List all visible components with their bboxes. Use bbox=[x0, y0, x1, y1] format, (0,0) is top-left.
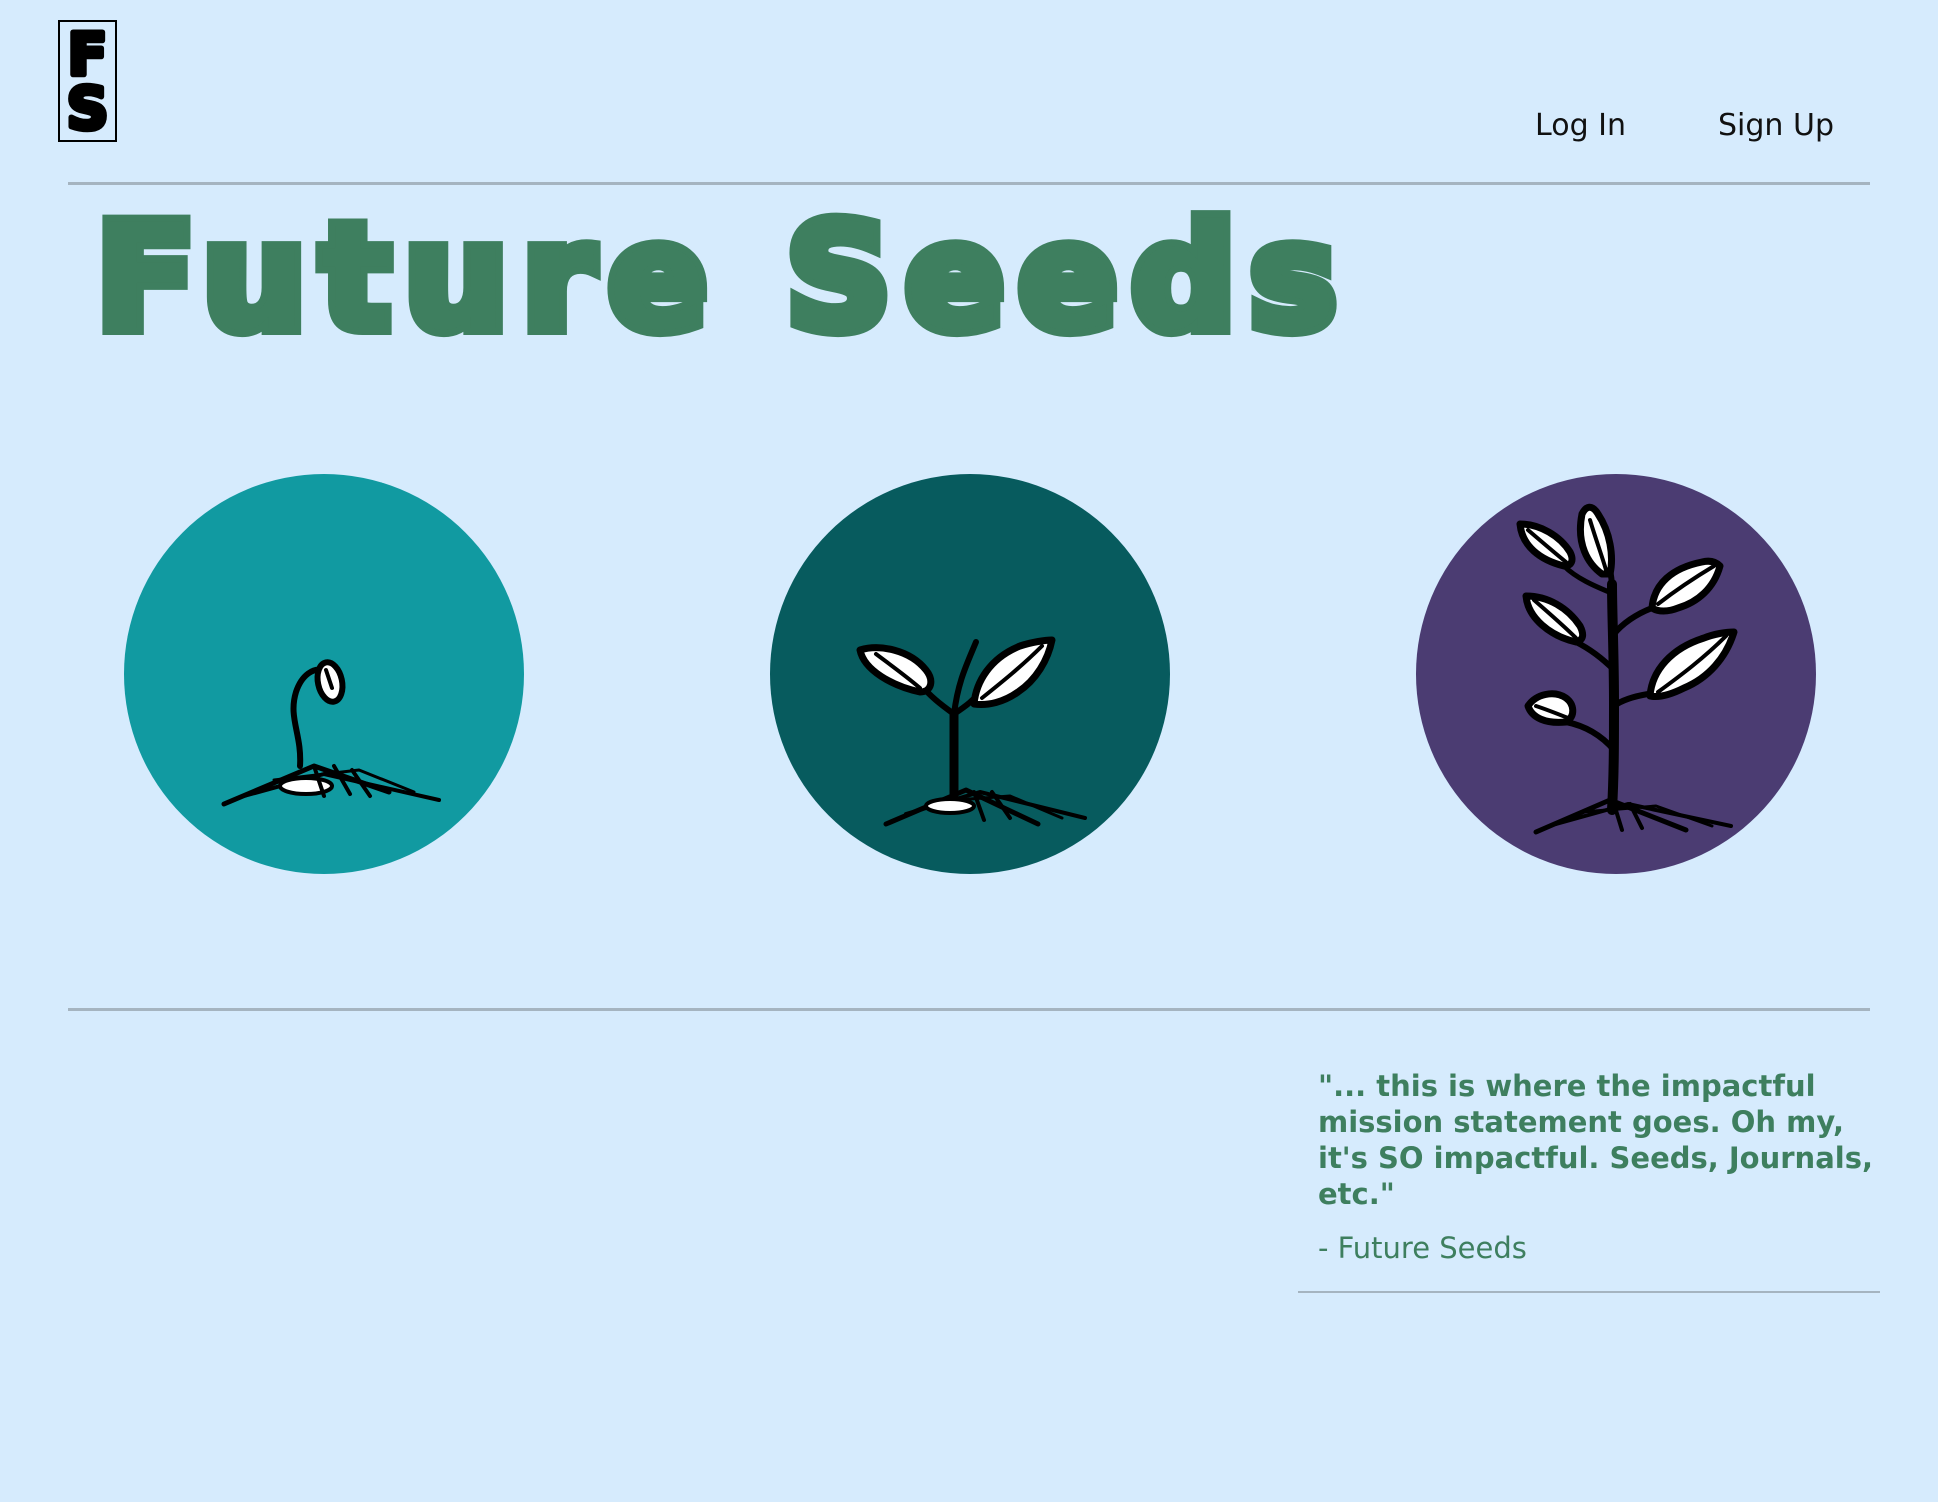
logo-mark: F S bbox=[64, 22, 111, 140]
stage-seed-circle bbox=[124, 474, 524, 874]
seedling-icon bbox=[770, 474, 1170, 874]
sprouting-seed-icon bbox=[124, 474, 524, 874]
young-plant-icon bbox=[1416, 474, 1816, 874]
log-in-link[interactable]: Log In bbox=[1535, 104, 1626, 148]
stage-plant-circle bbox=[1416, 474, 1816, 874]
hero-title: Future Seeds bbox=[89, 191, 1351, 365]
page: F S Log In Sign Up Future Seeds "... thi… bbox=[0, 0, 1938, 1502]
logo[interactable]: F S bbox=[58, 20, 117, 142]
section-divider bbox=[68, 1008, 1870, 1011]
mission-quote-text: "... this is where the impactful mission… bbox=[1318, 1069, 1873, 1211]
mission-quote: "... this is where the impactful mission… bbox=[1298, 1068, 1880, 1266]
sign-up-link[interactable]: Sign Up bbox=[1718, 104, 1834, 148]
quote-divider bbox=[1298, 1291, 1880, 1293]
header-divider bbox=[68, 182, 1870, 185]
logo-letter-s: S bbox=[67, 75, 109, 140]
stage-seedling-circle bbox=[770, 474, 1170, 874]
mission-quote-attribution: - Future Seeds bbox=[1318, 1231, 1527, 1265]
top-nav: Log In Sign Up bbox=[1535, 104, 1834, 148]
